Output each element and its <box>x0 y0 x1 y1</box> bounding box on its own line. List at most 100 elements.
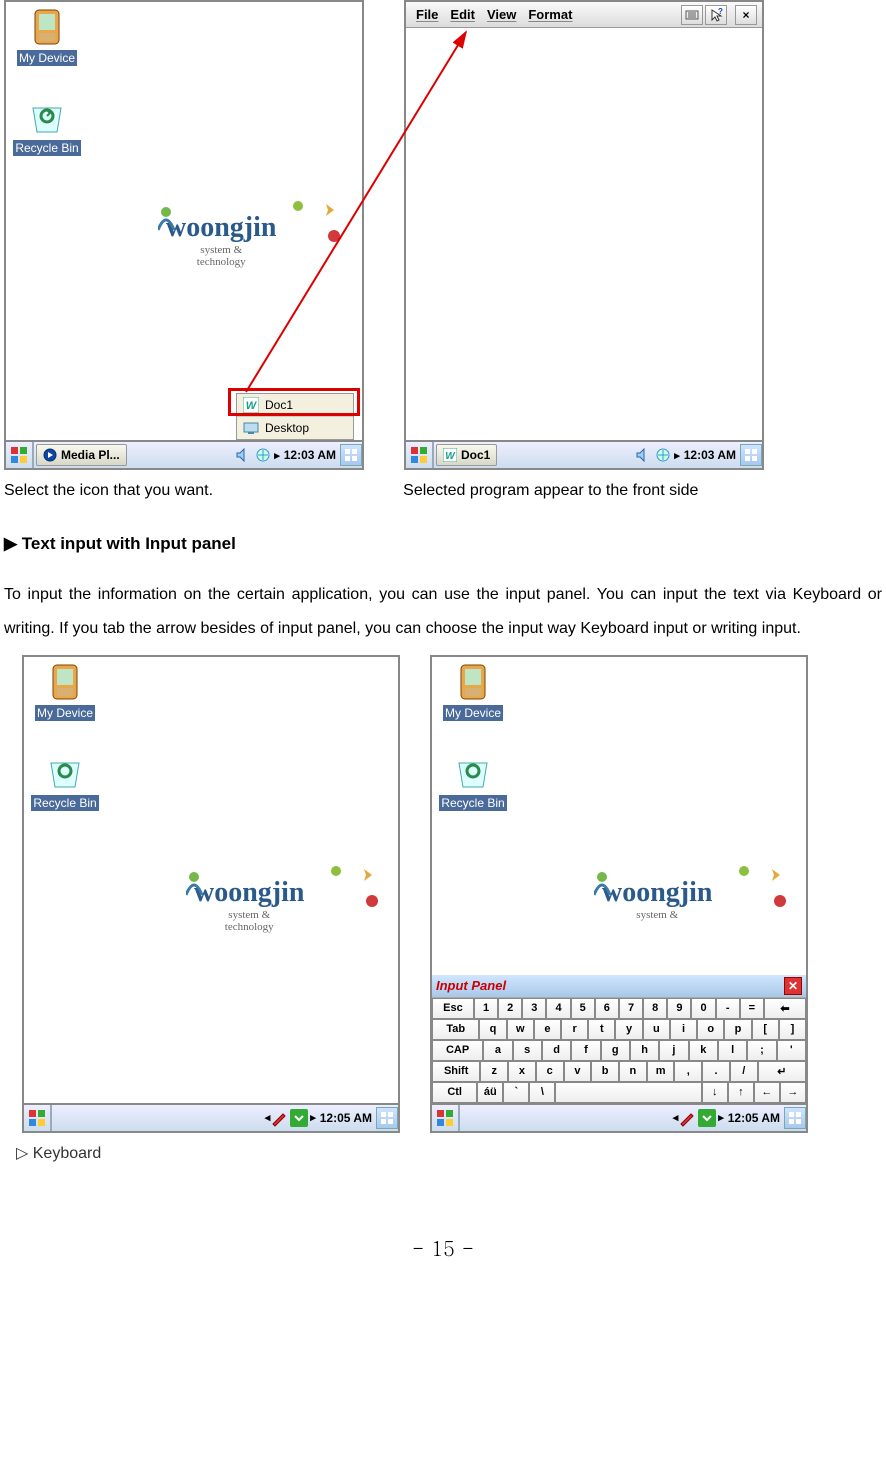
key-4[interactable]: 4 <box>546 998 570 1019</box>
desktop-icon-my-device[interactable]: My Device <box>438 663 508 721</box>
key-space[interactable] <box>555 1082 701 1103</box>
key-t[interactable]: t <box>588 1019 615 1040</box>
key-j[interactable]: j <box>659 1040 688 1061</box>
key-2[interactable]: 2 <box>498 998 522 1019</box>
volume-tray-icon[interactable] <box>634 446 652 464</box>
key-shift[interactable]: Shift <box>432 1061 480 1082</box>
key-8[interactable]: 8 <box>643 998 667 1019</box>
taskbar-clock[interactable]: 12:03 AM <box>280 448 340 462</box>
pen-tray-icon[interactable] <box>678 1109 696 1127</box>
show-desktop-button[interactable] <box>340 444 362 466</box>
key-`[interactable]: ` <box>503 1082 529 1103</box>
key-n[interactable]: n <box>619 1061 647 1082</box>
key--[interactable]: - <box>716 998 740 1019</box>
show-desktop-button[interactable] <box>376 1107 398 1129</box>
key-o[interactable]: o <box>697 1019 724 1040</box>
key-'[interactable]: ' <box>777 1040 806 1061</box>
key-z[interactable]: z <box>480 1061 508 1082</box>
key-s[interactable]: s <box>513 1040 542 1061</box>
sip-toggle-button[interactable] <box>681 5 703 25</box>
key-↑[interactable]: ↑ <box>728 1082 754 1103</box>
key-0[interactable]: 0 <box>691 998 715 1019</box>
key-v[interactable]: v <box>564 1061 592 1082</box>
key-g[interactable]: g <box>601 1040 630 1061</box>
input-panel-close-button[interactable]: ✕ <box>784 977 802 995</box>
start-button[interactable] <box>406 442 432 468</box>
key-b[interactable]: b <box>591 1061 619 1082</box>
menu-edit[interactable]: Edit <box>444 7 481 22</box>
help-button[interactable]: ? <box>705 5 727 25</box>
menu-format[interactable]: Format <box>522 7 578 22</box>
show-desktop-button[interactable] <box>740 444 762 466</box>
key-p[interactable]: p <box>724 1019 751 1040</box>
key-9[interactable]: 9 <box>667 998 691 1019</box>
menu-file[interactable]: File <box>410 7 444 22</box>
key-c[interactable]: c <box>536 1061 564 1082</box>
key-.[interactable]: . <box>702 1061 730 1082</box>
taskbar-clock[interactable]: 12:05 AM <box>316 1111 376 1125</box>
key-e[interactable]: e <box>534 1019 561 1040</box>
key-k[interactable]: k <box>689 1040 718 1061</box>
key-a[interactable]: a <box>483 1040 512 1061</box>
input-panel-titlebar[interactable]: Input Panel ✕ <box>432 975 806 997</box>
key-h[interactable]: h <box>630 1040 659 1061</box>
desktop-icon-recycle-bin[interactable]: Recycle Bin <box>30 753 100 811</box>
key-][interactable]: ] <box>779 1019 806 1040</box>
key-3[interactable]: 3 <box>522 998 546 1019</box>
taskbar-task-button[interactable]: W Doc1 <box>436 444 497 466</box>
key-i[interactable]: i <box>670 1019 697 1040</box>
taskbar-clock[interactable]: 12:03 AM <box>680 448 740 462</box>
key-áü[interactable]: áü <box>477 1082 503 1103</box>
sip-icon <box>685 8 699 22</box>
desktop-icon-my-device[interactable]: My Device <box>30 663 100 721</box>
start-button[interactable] <box>432 1105 458 1131</box>
key-tab[interactable]: Tab <box>432 1019 479 1040</box>
desktop-icon-recycle-bin[interactable]: Recycle Bin <box>12 98 82 156</box>
show-desktop-button[interactable] <box>784 1107 806 1129</box>
key-q[interactable]: q <box>479 1019 506 1040</box>
start-button[interactable] <box>24 1105 50 1131</box>
key-x[interactable]: x <box>508 1061 536 1082</box>
key-6[interactable]: 6 <box>595 998 619 1019</box>
taskbar-clock[interactable]: 12:05 AM <box>724 1111 784 1125</box>
taskbar-task-button[interactable]: Media Pl... <box>36 444 127 466</box>
key-↓[interactable]: ↓ <box>702 1082 728 1103</box>
app-body[interactable] <box>406 28 762 440</box>
key-f[interactable]: f <box>571 1040 600 1061</box>
key-→[interactable]: → <box>780 1082 806 1103</box>
desktop-icon-recycle-bin[interactable]: Recycle Bin <box>438 753 508 811</box>
key-;[interactable]: ; <box>747 1040 776 1061</box>
desktop-icon-my-device[interactable]: My Device <box>12 8 82 66</box>
key-cap[interactable]: CAP <box>432 1040 483 1061</box>
key-⬅[interactable]: ⬅ <box>764 998 806 1019</box>
key-[[interactable]: [ <box>752 1019 779 1040</box>
key-w[interactable]: w <box>507 1019 534 1040</box>
key-r[interactable]: r <box>561 1019 588 1040</box>
key-,[interactable]: , <box>674 1061 702 1082</box>
key-l[interactable]: l <box>718 1040 747 1061</box>
close-window-button[interactable]: × <box>735 5 757 25</box>
key-ctl[interactable]: Ctl <box>432 1082 477 1103</box>
key-esc[interactable]: Esc <box>432 998 474 1019</box>
key-\[interactable]: \ <box>529 1082 555 1103</box>
key-y[interactable]: y <box>615 1019 642 1040</box>
pen-tray-icon[interactable] <box>270 1109 288 1127</box>
volume-tray-icon[interactable] <box>234 446 252 464</box>
network-tray-icon[interactable] <box>654 446 672 464</box>
popup-item-desktop[interactable]: Desktop <box>237 416 353 439</box>
key-u[interactable]: u <box>643 1019 670 1040</box>
sip-toggle-tray-icon[interactable] <box>290 1109 308 1127</box>
key-7[interactable]: 7 <box>619 998 643 1019</box>
network-tray-icon[interactable] <box>254 446 272 464</box>
key-/[interactable]: / <box>730 1061 758 1082</box>
key-m[interactable]: m <box>647 1061 675 1082</box>
key-d[interactable]: d <box>542 1040 571 1061</box>
menu-view[interactable]: View <box>481 7 522 22</box>
start-button[interactable] <box>6 442 32 468</box>
key-←[interactable]: ← <box>754 1082 780 1103</box>
key-1[interactable]: 1 <box>474 998 498 1019</box>
key-=[interactable]: = <box>740 998 764 1019</box>
key-↵[interactable]: ↵ <box>758 1061 806 1082</box>
key-5[interactable]: 5 <box>571 998 595 1019</box>
sip-toggle-tray-icon[interactable] <box>698 1109 716 1127</box>
